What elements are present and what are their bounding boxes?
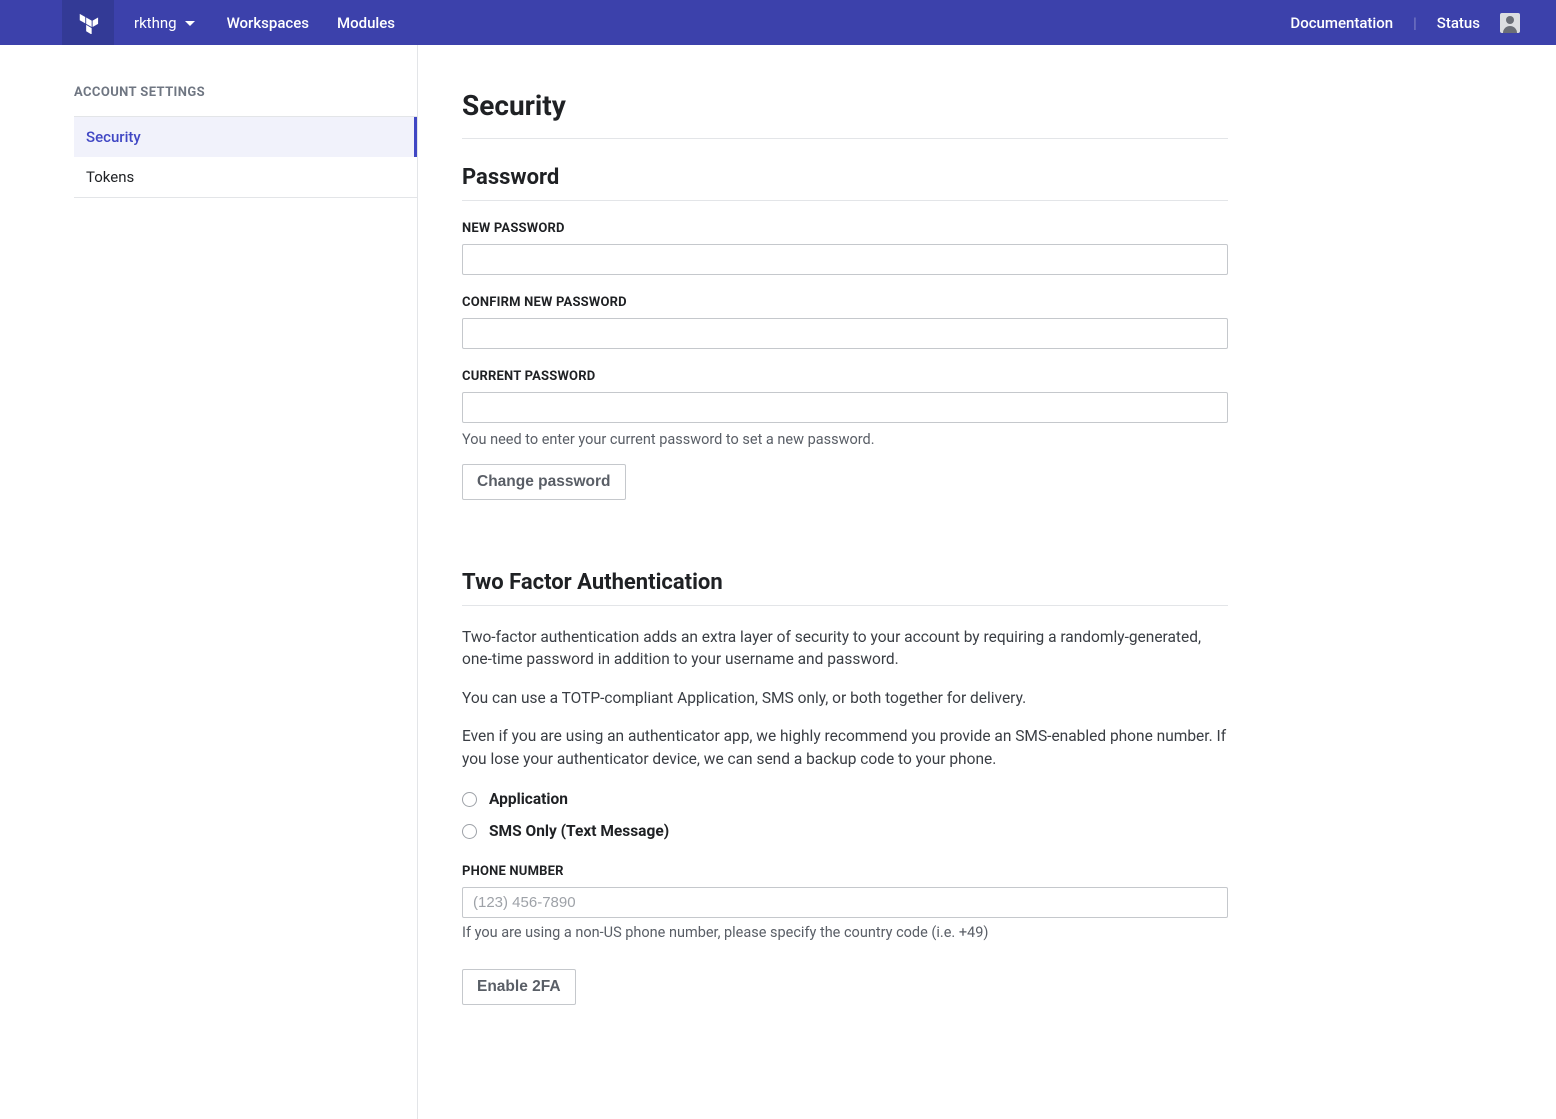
user-avatar[interactable] — [1500, 13, 1520, 33]
new-password-label: NEW PASSWORD — [462, 221, 1228, 236]
nav-documentation[interactable]: Documentation — [1290, 14, 1393, 32]
new-password-field: NEW PASSWORD — [462, 221, 1228, 275]
sidebar: ACCOUNT SETTINGS Security Tokens — [0, 45, 418, 1119]
tfa-method-options: Application SMS Only (Text Message) — [462, 790, 1228, 840]
tfa-paragraph-2: You can use a TOTP-compliant Application… — [462, 687, 1228, 709]
phone-input[interactable] — [462, 887, 1228, 918]
page-title: Security — [462, 89, 1228, 139]
sidebar-item-label: Tokens — [86, 168, 134, 186]
tfa-option-application[interactable]: Application — [462, 790, 1228, 808]
main-content: Security Password NEW PASSWORD CONFIRM N… — [418, 45, 1418, 1119]
password-section: Password NEW PASSWORD CONFIRM NEW PASSWO… — [462, 165, 1228, 500]
org-switcher[interactable]: rkthng — [114, 0, 215, 45]
product-logo[interactable] — [62, 0, 114, 45]
current-password-help: You need to enter your current password … — [462, 431, 1228, 448]
tfa-paragraph-3: Even if you are using an authenticator a… — [462, 725, 1228, 770]
radio-icon — [462, 824, 477, 839]
confirm-password-input[interactable] — [462, 318, 1228, 349]
nav-divider: | — [1413, 14, 1417, 32]
nav-modules[interactable]: Modules — [337, 14, 395, 32]
sidebar-item-tokens[interactable]: Tokens — [74, 157, 417, 197]
radio-icon — [462, 792, 477, 807]
sidebar-item-label: Security — [86, 128, 141, 146]
password-section-title: Password — [462, 165, 1228, 201]
chevron-down-icon — [185, 21, 195, 26]
nav-workspaces[interactable]: Workspaces — [227, 14, 309, 32]
phone-help: If you are using a non-US phone number, … — [462, 924, 1228, 941]
phone-field: PHONE NUMBER — [462, 864, 1228, 918]
tfa-option-sms[interactable]: SMS Only (Text Message) — [462, 822, 1228, 840]
topbar: rkthng Workspaces Modules Documentation … — [0, 0, 1556, 45]
sidebar-list: Security Tokens — [74, 117, 417, 198]
enable-2fa-button[interactable]: Enable 2FA — [462, 969, 576, 1005]
tfa-option-label: Application — [489, 790, 568, 808]
tfa-section-title: Two Factor Authentication — [462, 570, 1228, 606]
org-name: rkthng — [134, 14, 177, 32]
primary-nav: Workspaces Modules — [227, 14, 395, 32]
confirm-password-label: CONFIRM NEW PASSWORD — [462, 295, 1228, 310]
current-password-input[interactable] — [462, 392, 1228, 423]
change-password-button[interactable]: Change password — [462, 464, 626, 500]
sidebar-item-security[interactable]: Security — [74, 117, 417, 157]
nav-status[interactable]: Status — [1437, 14, 1480, 32]
new-password-input[interactable] — [462, 244, 1228, 275]
confirm-password-field: CONFIRM NEW PASSWORD — [462, 295, 1228, 349]
current-password-label: CURRENT PASSWORD — [462, 369, 1228, 384]
current-password-field: CURRENT PASSWORD — [462, 369, 1228, 423]
phone-label: PHONE NUMBER — [462, 864, 1228, 879]
terraform-icon — [77, 12, 99, 34]
secondary-nav: Documentation | Status — [1290, 13, 1556, 33]
tfa-option-label: SMS Only (Text Message) — [489, 822, 669, 840]
tfa-paragraph-1: Two-factor authentication adds an extra … — [462, 626, 1228, 671]
sidebar-heading: ACCOUNT SETTINGS — [74, 85, 417, 117]
tfa-section: Two Factor Authentication Two-factor aut… — [462, 570, 1228, 1005]
